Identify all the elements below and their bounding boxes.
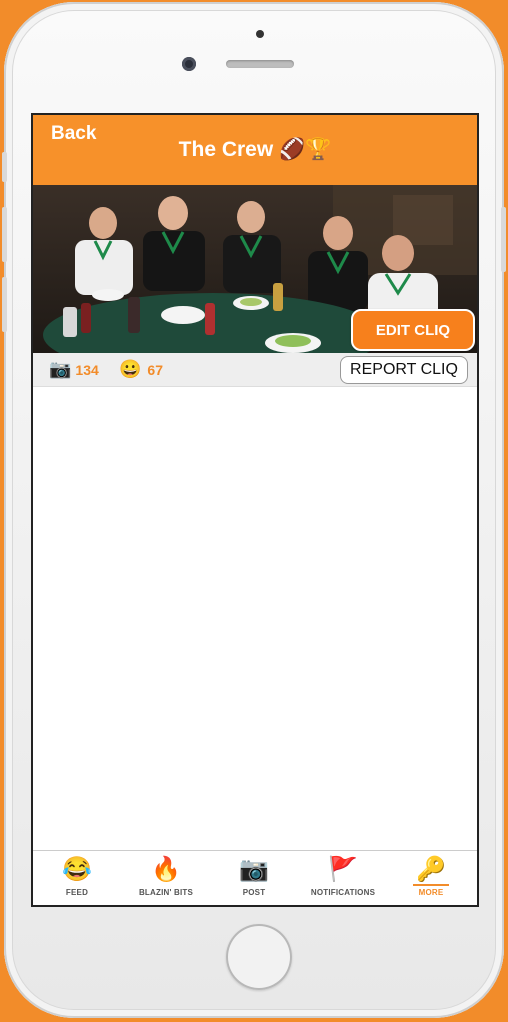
member-count-stat: 😀 67: [119, 359, 163, 380]
proximity-sensor: [256, 30, 264, 38]
tab-more[interactable]: 🔑 MORE: [387, 851, 475, 905]
app-screen: Back The Crew 🏈🏆 EDIT CLIQ 📷 134 😀 67 RE…: [33, 115, 477, 905]
page-title: The Crew 🏈🏆: [178, 138, 332, 161]
home-button[interactable]: [226, 924, 292, 990]
front-camera: [182, 57, 196, 71]
tab-notifications[interactable]: 🚩 NOTIFICATIONS: [299, 851, 387, 905]
tab-post[interactable]: 📷 POST: [210, 851, 298, 905]
tab-label: BLAZIN' BITS: [138, 888, 194, 897]
volume-down-button: [2, 277, 7, 332]
tab-label: FEED: [65, 888, 89, 897]
camera-icon: 📷: [49, 359, 72, 379]
tab-blazin-bits[interactable]: 🔥 BLAZIN' BITS: [122, 851, 210, 905]
edit-cliq-button[interactable]: EDIT CLIQ: [351, 309, 475, 351]
earpiece-speaker: [226, 60, 294, 68]
tab-feed[interactable]: 😂 FEED: [33, 851, 121, 905]
member-count: 67: [147, 361, 163, 378]
fire-icon: 🔥: [151, 856, 181, 883]
smiley-icon: 😀: [119, 359, 142, 379]
key-icon: 🔑: [416, 856, 446, 883]
cliq-stats-bar: 📷 134 😀 67 REPORT CLIQ: [33, 353, 477, 387]
photo-count-stat: 📷 134: [49, 359, 99, 380]
tab-label: MORE: [418, 888, 444, 897]
tab-label: NOTIFICATIONS: [310, 888, 376, 897]
laughing-face-icon: 😂: [62, 856, 92, 883]
flag-icon: 🚩: [328, 856, 358, 883]
volume-up-button: [2, 207, 7, 262]
mute-switch: [2, 152, 7, 182]
photo-count: 134: [75, 361, 99, 378]
report-cliq-button[interactable]: REPORT CLIQ: [340, 356, 468, 384]
navigation-bar: Back The Crew 🏈🏆: [33, 115, 477, 185]
tab-bar: 😂 FEED 🔥 BLAZIN' BITS 📷 POST 🚩 NOTIFICAT…: [33, 850, 477, 905]
tab-label: POST: [242, 888, 266, 897]
power-button: [501, 207, 506, 272]
camera-icon: 📷: [239, 856, 269, 883]
